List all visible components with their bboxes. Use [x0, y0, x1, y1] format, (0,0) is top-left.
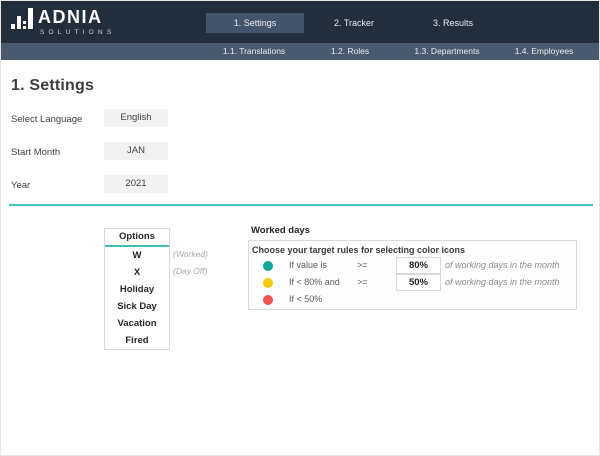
rule-row-red: If < 50% — [249, 291, 576, 308]
dayoff-note: (Day Off) — [173, 263, 207, 280]
tab-tracker[interactable]: 2. Tracker — [305, 13, 403, 33]
brand-tagline: SOLUTIONS — [40, 29, 115, 36]
start-month-label: Start Month — [11, 147, 60, 158]
option-row-worked: W — [105, 247, 169, 264]
brand-logo: ADNIA SOLUTIONS — [11, 7, 115, 36]
page-title: 1. Settings — [11, 77, 94, 95]
teal-divider — [9, 204, 593, 206]
option-row-fired: Fired — [105, 332, 169, 349]
brand-name: ADNIA — [38, 7, 115, 27]
rule-threshold-input[interactable]: 50% — [396, 274, 441, 291]
rule-threshold-input[interactable]: 80% — [396, 257, 441, 274]
rule-condition: If < 50% — [289, 291, 322, 308]
rule-operator: >= — [357, 274, 368, 291]
rule-condition: If value is — [289, 257, 327, 274]
worked-days-title: Worked days — [251, 225, 310, 236]
options-table: Options W X Holiday Sick Day Vacation Fi… — [104, 228, 170, 350]
options-table-header: Options — [105, 229, 169, 247]
worked-note: (Worked) — [173, 246, 208, 263]
start-month-dropdown[interactable]: JAN — [104, 142, 168, 160]
brand-text: ADNIA SOLUTIONS — [38, 7, 115, 36]
select-language-dropdown[interactable]: English — [104, 109, 168, 127]
green-status-dot-icon — [263, 261, 273, 271]
select-language-label: Select Language — [11, 114, 82, 125]
rule-suffix: of working days in the month — [445, 274, 560, 291]
rule-suffix: of working days in the month — [445, 257, 560, 274]
subnav-item-departments[interactable]: 1.3. Departments — [391, 43, 503, 60]
tab-results[interactable]: 3. Results — [404, 13, 502, 33]
yellow-status-dot-icon — [263, 278, 273, 288]
option-row-holiday: Holiday — [105, 281, 169, 298]
worked-days-rules-panel: Choose your target rules for selecting c… — [248, 240, 577, 310]
option-row-vacation: Vacation — [105, 315, 169, 332]
rules-subtitle: Choose your target rules for selecting c… — [252, 245, 465, 255]
option-row-sickday: Sick Day — [105, 298, 169, 315]
year-label: Year — [11, 180, 30, 191]
bar-chart-logo-icon — [11, 8, 33, 29]
tab-settings[interactable]: 1. Settings — [206, 13, 304, 33]
option-row-dayoff: X — [105, 264, 169, 281]
subnav-item-roles[interactable]: 1.2. Roles — [294, 43, 406, 60]
rule-operator: >= — [357, 257, 368, 274]
sub-nav-bar: 1.1. Translations 1.2. Roles 1.3. Depart… — [1, 43, 600, 60]
red-status-dot-icon — [263, 295, 273, 305]
subnav-item-employees[interactable]: 1.4. Employees — [488, 43, 600, 60]
top-nav-bar: ADNIA SOLUTIONS 1. Settings 2. Tracker 3… — [1, 1, 600, 43]
rule-row-green: If value is >= 80% of working days in th… — [249, 257, 576, 274]
rule-row-yellow: If < 80% and >= 50% of working days in t… — [249, 274, 576, 291]
year-dropdown[interactable]: 2021 — [104, 175, 168, 193]
rule-condition: If < 80% and — [289, 274, 340, 291]
app-window: ADNIA SOLUTIONS 1. Settings 2. Tracker 3… — [0, 0, 600, 456]
